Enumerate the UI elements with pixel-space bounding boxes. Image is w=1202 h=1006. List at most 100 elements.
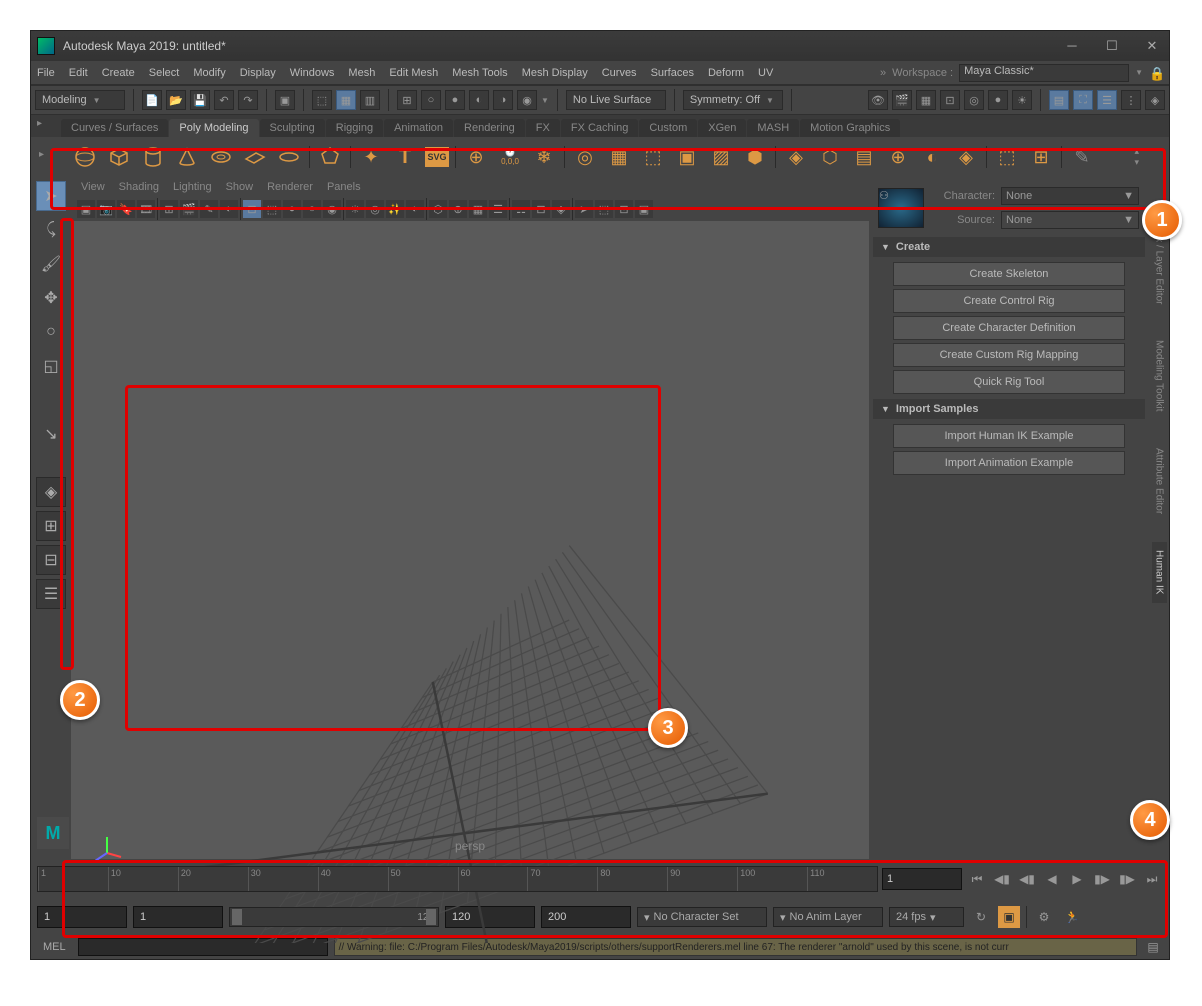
shelf-tab-mash[interactable]: MASH <box>747 119 799 137</box>
vic-2[interactable]: 📷 <box>97 200 115 218</box>
menuset-selector[interactable]: Modeling▼ <box>35 90 125 110</box>
prefs-icon[interactable]: ⚙ <box>1033 906 1055 928</box>
hypershade-icon[interactable]: ● <box>988 90 1008 110</box>
undo-icon[interactable]: ↶ <box>214 90 234 110</box>
lattice-icon[interactable]: 🕐0,0,0 <box>496 143 524 171</box>
shl-10-icon[interactable]: ⊕ <box>884 143 912 171</box>
shl-7-icon[interactable]: ◈ <box>782 143 810 171</box>
vic-26[interactable]: ⬚ <box>595 200 613 218</box>
shl-4-icon[interactable]: ▣ <box>673 143 701 171</box>
vic-8[interactable]: ◐ <box>220 200 238 218</box>
shelf-tab-rendering[interactable]: Rendering <box>454 119 525 137</box>
shelf-tab-rigging[interactable]: Rigging <box>326 119 383 137</box>
render-seq-icon[interactable]: ⊡ <box>940 90 960 110</box>
menu-display[interactable]: Display <box>240 67 276 79</box>
vmenu-show[interactable]: Show <box>226 181 254 193</box>
layout-single[interactable]: ◈ <box>36 477 66 507</box>
vic-1[interactable]: ▣ <box>77 200 95 218</box>
shelf-tab-xgen[interactable]: XGen <box>698 119 746 137</box>
sphere-icon[interactable] <box>71 143 99 171</box>
vic-21[interactable]: ☰ <box>489 200 507 218</box>
go-start-button[interactable]: ⏮ <box>966 868 988 890</box>
prism-icon[interactable]: ✦ <box>357 143 385 171</box>
vic-13[interactable]: ◉ <box>323 200 341 218</box>
vic-22[interactable]: ⚏ <box>512 200 530 218</box>
menu-mesh-display[interactable]: Mesh Display <box>522 67 588 79</box>
snap-point-icon[interactable]: ● <box>445 90 465 110</box>
menu-deform[interactable]: Deform <box>708 67 744 79</box>
layout-four[interactable]: ⊞ <box>36 511 66 541</box>
shl-1-icon[interactable]: ◎ <box>571 143 599 171</box>
snap-live-icon[interactable]: ◉ <box>517 90 537 110</box>
select-object-icon[interactable]: ▦ <box>336 90 356 110</box>
import-animation-example-button[interactable]: Import Animation Example <box>893 451 1125 475</box>
vic-6[interactable]: 🎬 <box>180 200 198 218</box>
vmenu-view[interactable]: View <box>81 181 105 193</box>
open-scene-icon[interactable]: 📂 <box>166 90 186 110</box>
menu-file[interactable]: File <box>37 67 55 79</box>
vic-4[interactable]: 🎞 <box>137 200 155 218</box>
shl-2-icon[interactable]: ▦ <box>605 143 633 171</box>
vic-3[interactable]: 🔖 <box>117 200 135 218</box>
loop-icon[interactable]: ↻ <box>970 906 992 928</box>
source-dropdown[interactable]: None▼ <box>1001 211 1139 229</box>
symmetry[interactable]: Symmetry: Off▼ <box>683 90 783 110</box>
torus-icon[interactable] <box>207 143 235 171</box>
lasso-tool[interactable]: ⤹ <box>36 215 66 245</box>
new-scene-icon[interactable]: 📄 <box>142 90 162 110</box>
vic-12[interactable]: ○ <box>303 200 321 218</box>
shl-3-icon[interactable]: ⬚ <box>639 143 667 171</box>
vic-10[interactable]: ⬚ <box>263 200 281 218</box>
create-skeleton-button[interactable]: Create Skeleton <box>893 262 1125 286</box>
vic-28[interactable]: ▣ <box>635 200 653 218</box>
vic-25[interactable]: ➤ <box>575 200 593 218</box>
toggle-toolkit-icon[interactable]: ⛶ <box>1073 90 1093 110</box>
move-tool[interactable]: ✥ <box>36 283 66 313</box>
maximize-button[interactable]: ☐ <box>1101 38 1123 54</box>
type-icon[interactable]: T <box>391 143 419 171</box>
disc-icon[interactable] <box>275 143 303 171</box>
vmenu-shading[interactable]: Shading <box>119 181 159 193</box>
toggle-outliner-icon[interactable]: ▤ <box>1049 90 1069 110</box>
shl-11-icon[interactable]: ◐ <box>918 143 946 171</box>
shelf-tab-curves-surfaces[interactable]: Curves / Surfaces <box>61 119 168 137</box>
vic-7[interactable]: ✎ <box>200 200 218 218</box>
create-control-rig-button[interactable]: Create Control Rig <box>893 289 1125 313</box>
save-scene-icon[interactable]: 💾 <box>190 90 210 110</box>
shl-12-icon[interactable]: ◈ <box>952 143 980 171</box>
import-human-ik-example-button[interactable]: Import Human IK Example <box>893 424 1125 448</box>
menu-modify[interactable]: Modify <box>193 67 225 79</box>
viewport[interactable]: persp M <box>73 223 867 857</box>
toggle-attr-icon[interactable]: ☰ <box>1097 90 1117 110</box>
plane-icon[interactable] <box>241 143 269 171</box>
shelf-tab-custom[interactable]: Custom <box>639 119 697 137</box>
import-header[interactable]: ▼Import Samples <box>873 399 1145 419</box>
select-hierarchy-icon[interactable]: ⬚ <box>312 90 332 110</box>
svg-icon[interactable]: SVG <box>425 147 449 167</box>
vic-14[interactable]: ☀ <box>346 200 364 218</box>
tab-modeling-toolkit[interactable]: Modeling Toolkit <box>1152 332 1167 420</box>
snap-curve-icon[interactable]: ○ <box>421 90 441 110</box>
step-fwd-key-button[interactable]: ▮▶ <box>1116 868 1138 890</box>
step-back-button[interactable]: ◀▮ <box>1016 868 1038 890</box>
create-custom-rig-mapping-button[interactable]: Create Custom Rig Mapping <box>893 343 1125 367</box>
shelf-tab-fx[interactable]: FX <box>526 119 560 137</box>
select-tool[interactable]: ➤ <box>36 181 66 211</box>
cube-icon[interactable] <box>105 143 133 171</box>
minimize-button[interactable]: ─ <box>1061 38 1083 54</box>
shelf-tab-motion-graphics[interactable]: Motion Graphics <box>800 119 900 137</box>
vic-5[interactable]: ⊞ <box>160 200 178 218</box>
shelf-tab-animation[interactable]: Animation <box>384 119 453 137</box>
vic-27[interactable]: ⊡ <box>615 200 633 218</box>
select-component-icon[interactable]: ▥ <box>360 90 380 110</box>
shl-5-icon[interactable]: ▨ <box>707 143 735 171</box>
menu-edit[interactable]: Edit <box>69 67 88 79</box>
vic-24[interactable]: ◈ <box>552 200 570 218</box>
shelf-tab-fx-caching[interactable]: FX Caching <box>561 119 638 137</box>
tab-attribute-editor[interactable]: Attribute Editor <box>1152 440 1167 522</box>
shl-15-icon[interactable]: ✎ <box>1068 143 1096 171</box>
close-button[interactable]: ✕ <box>1141 38 1163 54</box>
tab-human-ik[interactable]: Human IK <box>1152 542 1167 602</box>
toggle-channel-icon[interactable]: ◈ <box>1145 90 1165 110</box>
create-character-definition-button[interactable]: Create Character Definition <box>893 316 1125 340</box>
